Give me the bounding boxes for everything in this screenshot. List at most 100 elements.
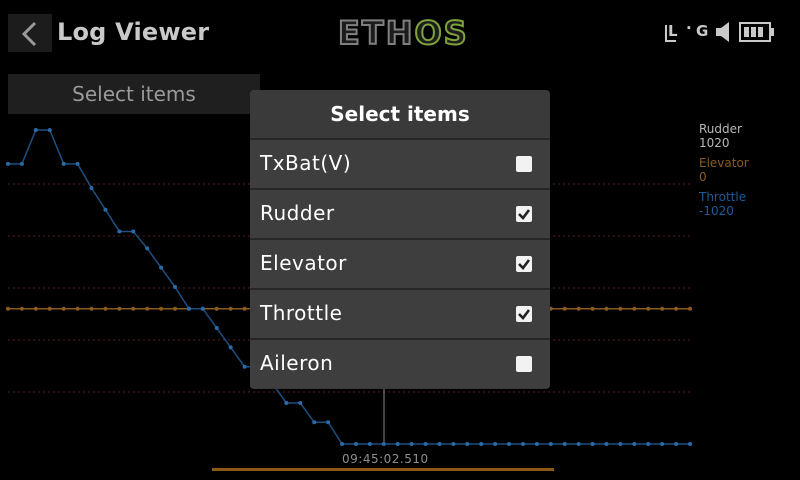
- data-point-elevator: [47, 306, 52, 311]
- data-point-throttle: [214, 326, 219, 331]
- data-point-throttle: [646, 442, 651, 446]
- data-point-throttle: [145, 246, 150, 251]
- data-point-elevator: [660, 306, 665, 311]
- data-point-throttle: [604, 442, 609, 446]
- data-point-throttle: [590, 442, 595, 446]
- item-label: Aileron: [260, 351, 334, 375]
- data-point-throttle: [632, 442, 637, 446]
- data-point-elevator: [145, 306, 150, 311]
- item-label: Rudder: [260, 201, 335, 225]
- data-point-throttle: [618, 442, 623, 446]
- data-point-throttle: [242, 364, 247, 369]
- item-row-rudder[interactable]: Rudder: [250, 190, 550, 240]
- data-point-throttle: [660, 442, 665, 446]
- data-point-throttle: [507, 442, 512, 446]
- item-row-throttle[interactable]: Throttle: [250, 290, 550, 340]
- checkbox-txbat[interactable]: [516, 156, 532, 172]
- data-point-elevator: [6, 306, 10, 311]
- data-point-throttle: [423, 442, 428, 446]
- data-point-elevator: [674, 306, 679, 311]
- data-point-throttle: [493, 442, 498, 446]
- status-dot: ·: [686, 19, 692, 37]
- data-point-throttle: [451, 442, 456, 446]
- checkmark-icon: [518, 309, 531, 320]
- data-point-throttle: [340, 442, 345, 446]
- item-row-elevator[interactable]: Elevator: [250, 240, 550, 290]
- data-point-throttle: [33, 128, 38, 132]
- select-items-dialog: Select items TxBat(V) Rudder Elevator Th…: [250, 90, 550, 389]
- data-point-throttle: [159, 265, 164, 270]
- data-point-elevator: [159, 306, 164, 311]
- page-title: Log Viewer: [57, 18, 210, 46]
- data-point-elevator: [604, 306, 609, 311]
- data-point-throttle: [131, 229, 136, 234]
- data-point-throttle: [103, 207, 108, 212]
- checkmark-icon: [518, 209, 531, 220]
- data-point-throttle: [298, 400, 303, 405]
- volume-icon: [716, 22, 729, 42]
- data-point-throttle: [520, 442, 525, 446]
- chevron-left-icon: [21, 21, 37, 47]
- data-point-elevator: [61, 306, 66, 311]
- status-area: L · G: [662, 18, 782, 48]
- data-point-throttle: [47, 128, 52, 132]
- data-point-throttle: [381, 442, 386, 446]
- item-label: TxBat(V): [260, 151, 352, 175]
- data-point-throttle: [284, 400, 289, 405]
- select-items-button[interactable]: Select items: [8, 74, 260, 114]
- checkmark-icon: [518, 259, 531, 270]
- data-point-elevator: [228, 306, 233, 311]
- item-row-txbat[interactable]: TxBat(V): [250, 140, 550, 190]
- legend-item-rudder: Rudder 1020: [699, 122, 742, 150]
- data-point-throttle: [326, 420, 331, 425]
- data-point-elevator: [103, 306, 108, 311]
- checkbox-throttle[interactable]: [516, 306, 532, 322]
- data-point-throttle: [200, 306, 205, 311]
- data-point-elevator: [19, 306, 24, 311]
- data-point-throttle: [6, 161, 10, 166]
- data-point-elevator: [89, 306, 94, 311]
- data-point-throttle: [395, 442, 400, 446]
- cursor-timestamp: 09:45:02.510: [342, 452, 429, 466]
- data-point-elevator: [131, 306, 136, 311]
- data-point-elevator: [688, 306, 692, 311]
- item-row-aileron[interactable]: Aileron: [250, 340, 550, 388]
- data-point-throttle: [562, 442, 567, 446]
- data-point-throttle: [409, 442, 414, 446]
- data-point-throttle: [353, 442, 358, 446]
- data-point-elevator: [75, 306, 80, 311]
- data-point-elevator: [590, 306, 595, 311]
- checkbox-elevator[interactable]: [516, 256, 532, 272]
- item-label: Elevator: [260, 251, 347, 275]
- data-point-throttle: [479, 442, 484, 446]
- data-point-throttle: [186, 306, 191, 311]
- data-point-elevator: [33, 306, 38, 311]
- back-button[interactable]: [8, 14, 52, 52]
- checkbox-aileron[interactable]: [516, 356, 532, 372]
- data-point-throttle: [19, 161, 24, 166]
- dialog-title: Select items: [250, 90, 550, 140]
- status-g: G: [696, 22, 709, 40]
- status-l: L: [668, 22, 678, 40]
- data-point-elevator: [646, 306, 651, 311]
- data-point-throttle: [228, 345, 233, 350]
- data-point-elevator: [576, 306, 581, 311]
- legend-item-elevator: Elevator 0: [699, 156, 749, 184]
- data-point-throttle: [75, 161, 80, 166]
- data-point-throttle: [89, 185, 94, 190]
- data-point-throttle: [548, 442, 553, 446]
- checkbox-rudder[interactable]: [516, 206, 532, 222]
- data-point-throttle: [61, 161, 66, 166]
- data-point-elevator: [242, 306, 247, 311]
- data-point-throttle: [465, 442, 470, 446]
- data-point-throttle: [117, 229, 122, 234]
- timeline-scrollbar[interactable]: [212, 468, 554, 471]
- chart-legend: Rudder 1020 Elevator 0 Throttle -1020: [699, 122, 749, 224]
- data-point-throttle: [367, 442, 372, 446]
- data-point-elevator: [173, 306, 178, 311]
- data-point-elevator: [562, 306, 567, 311]
- data-point-elevator: [618, 306, 623, 311]
- data-point-elevator: [214, 306, 219, 311]
- data-point-throttle: [312, 420, 317, 425]
- data-point-throttle: [688, 442, 692, 446]
